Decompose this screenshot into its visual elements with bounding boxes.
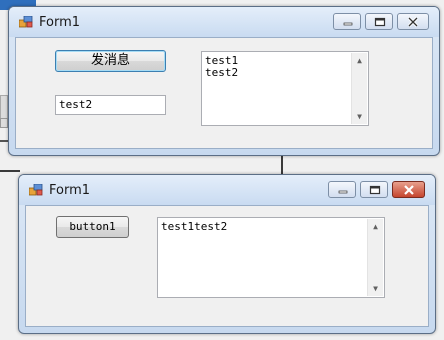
output-text: test1test2 <box>161 220 228 233</box>
maximize-button[interactable] <box>360 181 388 198</box>
maximize-icon <box>374 17 386 27</box>
minimize-button[interactable] <box>333 13 361 30</box>
background-control-small <box>0 118 8 128</box>
received-messages-textarea[interactable]: test1 test2 ▲ ▼ <box>201 51 369 126</box>
minimize-icon <box>343 22 353 26</box>
window-title: Form1 <box>39 15 81 30</box>
title-bar[interactable]: Form1 <box>9 7 439 37</box>
form-app-icon <box>29 184 43 196</box>
background-control <box>0 95 8 119</box>
minimize-button[interactable] <box>328 181 356 198</box>
minimize-icon <box>338 190 348 194</box>
window-title: Form1 <box>49 183 91 198</box>
arrow-up-icon[interactable]: ▲ <box>368 219 383 234</box>
form1-window-top: Form1 发消息 test2 test1 test2 ▲ ▼ <box>8 6 440 156</box>
close-icon <box>404 185 414 195</box>
arrow-down-icon[interactable]: ▼ <box>352 109 367 124</box>
client-area: 发消息 test2 test1 test2 ▲ ▼ <box>15 37 433 149</box>
send-message-button-label: 发消息 <box>90 53 130 68</box>
form1-window-bottom: Form1 button1 test1test2 ▲ ▼ <box>18 174 436 334</box>
arrow-down-icon[interactable]: ▼ <box>368 281 383 296</box>
received-messages-text: test1 test2 <box>205 54 239 79</box>
maximize-button[interactable] <box>365 13 393 30</box>
title-bar[interactable]: Form1 <box>19 175 435 205</box>
maximize-icon <box>369 185 381 195</box>
close-icon <box>407 17 419 27</box>
output-textarea[interactable]: test1test2 ▲ ▼ <box>157 217 385 298</box>
message-textbox[interactable]: test2 <box>55 95 166 115</box>
message-textbox-value: test2 <box>59 98 93 111</box>
client-area: button1 test1test2 ▲ ▼ <box>25 205 429 327</box>
send-message-button[interactable]: 发消息 <box>55 50 166 72</box>
close-button[interactable] <box>392 181 425 198</box>
vertical-scrollbar[interactable]: ▲ ▼ <box>351 53 367 124</box>
button1[interactable]: button1 <box>56 216 129 238</box>
arrow-up-icon[interactable]: ▲ <box>352 53 367 68</box>
close-button[interactable] <box>397 13 429 30</box>
button1-label: button1 <box>69 220 116 233</box>
background-connector-horizontal <box>0 170 20 172</box>
vertical-scrollbar[interactable]: ▲ ▼ <box>367 219 383 296</box>
form-app-icon <box>19 16 33 28</box>
